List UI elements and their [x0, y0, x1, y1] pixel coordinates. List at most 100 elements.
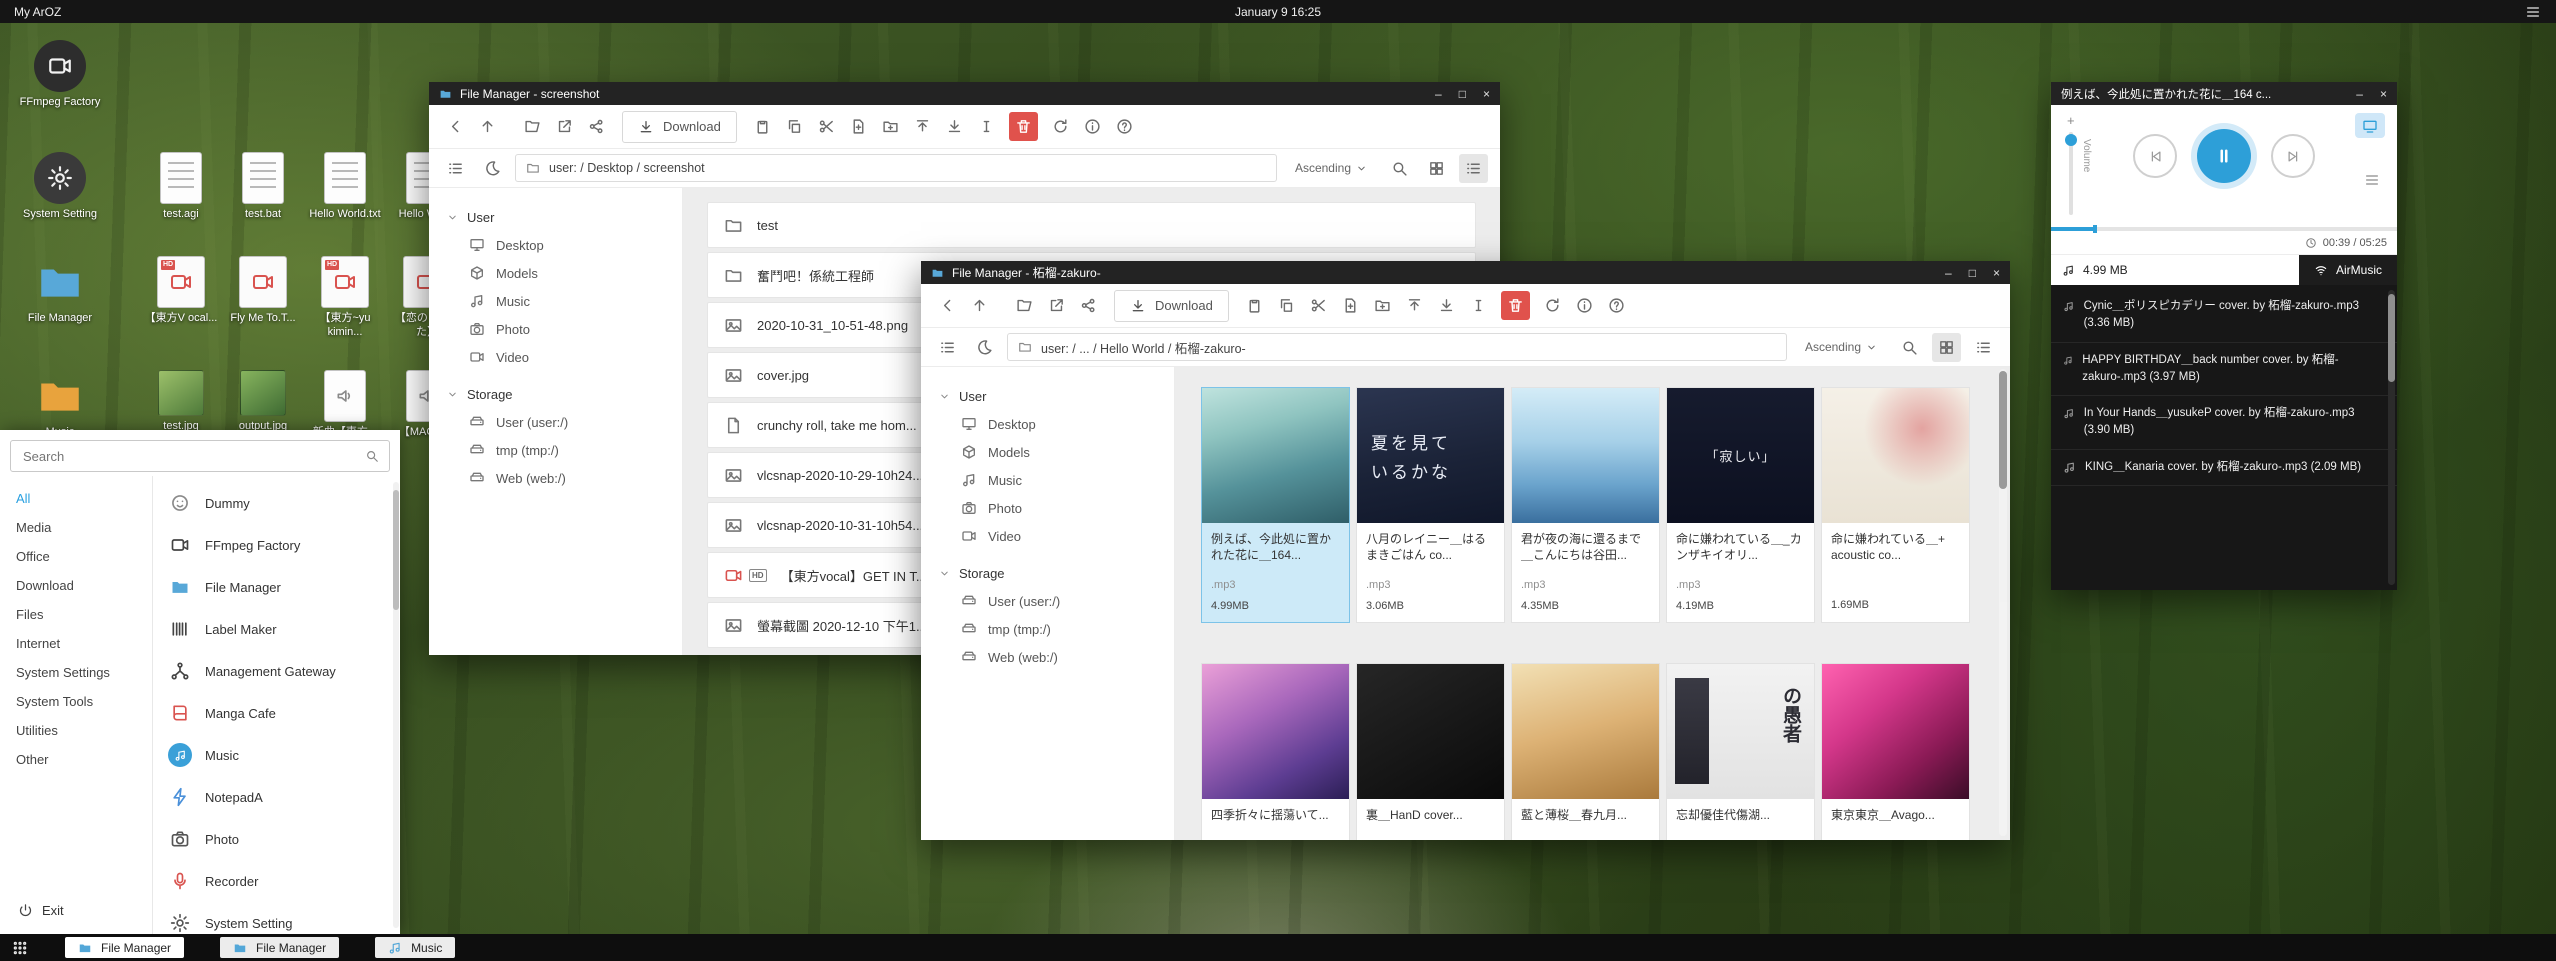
start-menu-app-file-manager[interactable]: File Manager — [153, 566, 400, 608]
volume-handle[interactable] — [2065, 134, 2077, 146]
category-system-tools[interactable]: System Tools — [0, 687, 152, 716]
back-button[interactable] — [441, 112, 470, 141]
desktop-file-test-bat[interactable]: test.bat — [224, 152, 302, 222]
desktop-video-file[interactable]: HD 【東方~yu kimin... — [306, 256, 384, 340]
sidebar-toggle-button[interactable] — [441, 154, 470, 183]
playlist-toggle-button[interactable] — [2361, 169, 2383, 191]
exit-button[interactable]: Exit — [6, 895, 76, 926]
progress-knob[interactable] — [2093, 225, 2097, 233]
cast-button[interactable] — [2355, 113, 2385, 138]
playlist-item[interactable]: HAPPY BIRTHDAY＿back number cover. by 柘榴-… — [2051, 343, 2397, 397]
file-grid-item[interactable]: 君が夜の海に還るまで＿こんにちは谷田... .mp3 4.35MB — [1511, 387, 1660, 623]
sort-select[interactable]: Ascending — [1295, 161, 1367, 175]
sidebar-toggle-button[interactable] — [933, 333, 962, 362]
open-button[interactable] — [518, 112, 547, 141]
sidebar-section-user[interactable]: User — [429, 204, 682, 231]
download-button[interactable]: Download — [1114, 290, 1229, 322]
taskbar-item-file-manager-1[interactable]: File Manager — [65, 937, 184, 958]
sidebar-item-photo[interactable]: Photo — [429, 315, 682, 343]
cut-button[interactable] — [1304, 291, 1333, 320]
title-bar[interactable]: File Manager - 柘榴-zakuro- – □ × — [921, 261, 2010, 284]
category-media[interactable]: Media — [0, 513, 152, 542]
desktop-image-output-jpg[interactable]: output.jpg — [224, 370, 302, 434]
up-button[interactable] — [473, 112, 502, 141]
new-file-button[interactable] — [844, 112, 873, 141]
share-button[interactable] — [582, 112, 611, 141]
search-button[interactable] — [1895, 333, 1924, 362]
open-button[interactable] — [1010, 291, 1039, 320]
start-menu-app-ffmpeg-factory[interactable]: FFmpeg Factory — [153, 524, 400, 566]
progress-bar[interactable] — [2051, 227, 2397, 231]
properties-button[interactable] — [1078, 112, 1107, 141]
maximize-button[interactable]: □ — [1459, 87, 1466, 101]
grid-view-button[interactable] — [1422, 154, 1451, 183]
minimize-button[interactable]: – — [1435, 87, 1442, 101]
start-menu-app-notepada[interactable]: NotepadA — [153, 776, 400, 818]
open-external-button[interactable] — [1042, 291, 1071, 320]
copy-button[interactable] — [1272, 291, 1301, 320]
app-launcher-button[interactable] — [10, 938, 29, 957]
sidebar-item-user-drive[interactable]: User (user:/) — [921, 587, 1174, 615]
search-box[interactable] — [10, 440, 390, 472]
file-grid-item[interactable]: の愚者 忘却優佳代傷湖... — [1666, 663, 1815, 840]
sidebar-item-desktop[interactable]: Desktop — [921, 410, 1174, 438]
next-track-button[interactable] — [2271, 134, 2315, 178]
help-button[interactable] — [1602, 291, 1631, 320]
delete-button[interactable] — [1009, 112, 1038, 141]
open-external-button[interactable] — [550, 112, 579, 141]
file-grid-item[interactable]: 夏を見て いるかな 八月のレイニー＿はるまきごはん co... .mp3 3.0… — [1356, 387, 1505, 623]
sidebar-item-music[interactable]: Music — [921, 466, 1174, 494]
menu-icon[interactable] — [2524, 3, 2542, 21]
file-grid-item[interactable]: 藍と薄桜＿春九月... — [1511, 663, 1660, 840]
sidebar-item-tmp-drive[interactable]: tmp (tmp:/) — [429, 436, 682, 464]
desktop-file-test-agi[interactable]: test.agi — [142, 152, 220, 222]
title-bar[interactable]: File Manager - screenshot – □ × — [429, 82, 1500, 105]
file-grid-item[interactable]: 裏＿HanD cover... — [1356, 663, 1505, 840]
list-view-button[interactable] — [1459, 154, 1488, 183]
new-file-button[interactable] — [1336, 291, 1365, 320]
scrollbar[interactable] — [2388, 290, 2395, 585]
category-internet[interactable]: Internet — [0, 629, 152, 658]
airmusic-button[interactable]: AirMusic — [2299, 255, 2397, 285]
playlist-item[interactable]: Cynic＿ポリスピカデリー cover. by 柘榴-zakuro-.mp3 … — [2051, 289, 2397, 343]
desktop-video-file[interactable]: Fly Me To.T... — [224, 256, 302, 326]
back-button[interactable] — [933, 291, 962, 320]
refresh-button[interactable] — [1046, 112, 1075, 141]
new-folder-button[interactable] — [1368, 291, 1397, 320]
category-other[interactable]: Other — [0, 745, 152, 774]
export-button[interactable] — [1432, 291, 1461, 320]
theme-toggle-button[interactable] — [478, 154, 507, 183]
sidebar-item-models[interactable]: Models — [921, 438, 1174, 466]
desktop-icon-ffmpeg-factory[interactable]: FFmpeg Factory — [14, 40, 106, 110]
sidebar-item-web-drive[interactable]: Web (web:/) — [429, 464, 682, 492]
upload-button[interactable] — [1400, 291, 1429, 320]
sidebar-item-video[interactable]: Video — [429, 343, 682, 371]
path-input[interactable]: user: / ... / Hello World / 柘榴-zakuro- — [1007, 333, 1787, 361]
refresh-button[interactable] — [1538, 291, 1567, 320]
sidebar-item-web-drive[interactable]: Web (web:/) — [921, 643, 1174, 671]
maximize-button[interactable]: □ — [1969, 266, 1976, 280]
category-system-settings[interactable]: System Settings — [0, 658, 152, 687]
category-utilities[interactable]: Utilities — [0, 716, 152, 745]
category-office[interactable]: Office — [0, 542, 152, 571]
grid-view-button[interactable] — [1932, 333, 1961, 362]
theme-toggle-button[interactable] — [970, 333, 999, 362]
download-button[interactable]: Download — [622, 111, 737, 143]
minimize-button[interactable]: – — [2356, 87, 2363, 101]
file-grid-item-selected[interactable]: 例えば、今此処に置かれた花に＿164... .mp3 4.99MB — [1201, 387, 1350, 623]
sort-select[interactable]: Ascending — [1805, 340, 1877, 354]
paste-button[interactable] — [748, 112, 777, 141]
scrollbar-thumb[interactable] — [2388, 294, 2395, 382]
sidebar-item-user-drive[interactable]: User (user:/) — [429, 408, 682, 436]
start-menu-app-label-maker[interactable]: Label Maker — [153, 608, 400, 650]
desktop-icon-file-manager[interactable]: File Manager — [14, 256, 106, 326]
help-button[interactable] — [1110, 112, 1139, 141]
desktop-icon-system-setting[interactable]: System Setting — [14, 152, 106, 222]
category-all[interactable]: All — [0, 484, 152, 513]
playlist-item[interactable]: In Your Hands＿yusukeP cover. by 柘榴-zakur… — [2051, 396, 2397, 450]
scrollbar-thumb[interactable] — [1999, 371, 2007, 489]
desktop-video-file[interactable]: HD 【東方V ocal... — [142, 256, 220, 326]
path-input[interactable]: user: / Desktop / screenshot — [515, 154, 1277, 182]
taskbar-item-music[interactable]: Music — [375, 937, 455, 958]
category-files[interactable]: Files — [0, 600, 152, 629]
